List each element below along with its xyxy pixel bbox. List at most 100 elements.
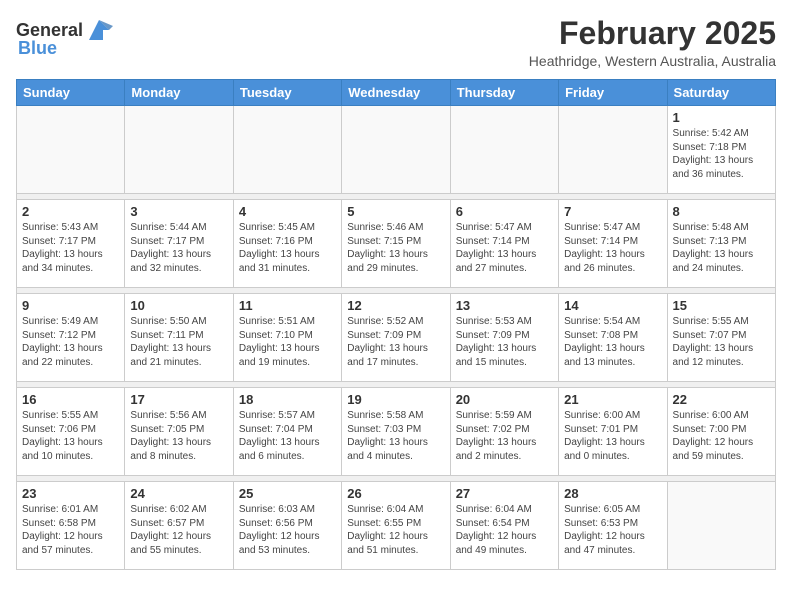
day-number: 5 bbox=[347, 204, 444, 219]
calendar-day-cell: 10 Sunrise: 5:50 AMSunset: 7:11 PMDayligh… bbox=[125, 294, 233, 382]
calendar-week-4: 16 Sunrise: 5:55 AMSunset: 7:06 PMDayligh… bbox=[17, 388, 776, 476]
day-number: 2 bbox=[22, 204, 119, 219]
calendar-day-cell: 23Sunrise: 6:01 AMSunset: 6:58 PMDayligh… bbox=[17, 482, 125, 570]
day-number: 11 bbox=[239, 298, 336, 313]
weekday-header-saturday: Saturday bbox=[667, 80, 775, 106]
day-number: 21 bbox=[564, 392, 661, 407]
day-info: Sunrise: 5:56 AMSunset: 7:05 PMDaylight:… bbox=[130, 409, 227, 463]
day-info: Sunrise: 6:00 AMSunset: 7:01 PMDaylight:… bbox=[564, 409, 661, 463]
calendar-day-cell: 26 Sunrise: 6:04 AMSunset: 6:55 PMDayligh… bbox=[342, 482, 450, 570]
calendar-day-cell: 5 Sunrise: 5:46 AMSunset: 7:15 PMDaylight… bbox=[342, 200, 450, 288]
calendar-day-cell: 22 Sunrise: 6:00 AMSunset: 7:00 PMDayligh… bbox=[667, 388, 775, 476]
calendar-day-cell: 12 Sunrise: 5:52 AMSunset: 7:09 PMDayligh… bbox=[342, 294, 450, 382]
calendar-day-cell: 17 Sunrise: 5:56 AMSunset: 7:05 PMDayligh… bbox=[125, 388, 233, 476]
calendar-week-2: 2 Sunrise: 5:43 AMSunset: 7:17 PMDaylight… bbox=[17, 200, 776, 288]
day-number: 15 bbox=[673, 298, 770, 313]
page-header: General Blue February 2025 Heathridge, W… bbox=[16, 16, 776, 69]
weekday-header-sunday: Sunday bbox=[17, 80, 125, 106]
day-number: 9 bbox=[22, 298, 119, 313]
day-number: 8 bbox=[673, 204, 770, 219]
calendar-day-cell: 6 Sunrise: 5:47 AMSunset: 7:14 PMDaylight… bbox=[450, 200, 558, 288]
day-number: 20 bbox=[456, 392, 553, 407]
calendar-body: 1 Sunrise: 5:42 AMSunset: 7:18 PMDaylight… bbox=[17, 106, 776, 570]
calendar-day-cell: 14 Sunrise: 5:54 AMSunset: 7:08 PMDayligh… bbox=[559, 294, 667, 382]
day-number: 7 bbox=[564, 204, 661, 219]
day-info: Sunrise: 6:04 AMSunset: 6:55 PMDaylight:… bbox=[347, 503, 444, 557]
calendar-day-cell: 8 Sunrise: 5:48 AMSunset: 7:13 PMDaylight… bbox=[667, 200, 775, 288]
weekday-header-wednesday: Wednesday bbox=[342, 80, 450, 106]
day-number: 1 bbox=[673, 110, 770, 125]
calendar-day-cell: 15 Sunrise: 5:55 AMSunset: 7:07 PMDayligh… bbox=[667, 294, 775, 382]
calendar-day-cell: 3 Sunrise: 5:44 AMSunset: 7:17 PMDaylight… bbox=[125, 200, 233, 288]
weekday-header-tuesday: Tuesday bbox=[233, 80, 341, 106]
calendar-day-cell: 20 Sunrise: 5:59 AMSunset: 7:02 PMDayligh… bbox=[450, 388, 558, 476]
day-number: 14 bbox=[564, 298, 661, 313]
day-info: Sunrise: 6:01 AMSunset: 6:58 PMDaylight:… bbox=[22, 503, 119, 557]
calendar-day-cell bbox=[450, 106, 558, 194]
day-info: Sunrise: 5:54 AMSunset: 7:08 PMDaylight:… bbox=[564, 315, 661, 369]
calendar-day-cell: 21 Sunrise: 6:00 AMSunset: 7:01 PMDayligh… bbox=[559, 388, 667, 476]
logo: General Blue bbox=[16, 16, 113, 59]
day-number: 25 bbox=[239, 486, 336, 501]
day-info: Sunrise: 5:57 AMSunset: 7:04 PMDaylight:… bbox=[239, 409, 336, 463]
day-number: 24 bbox=[130, 486, 227, 501]
day-info: Sunrise: 5:48 AMSunset: 7:13 PMDaylight:… bbox=[673, 221, 770, 275]
calendar-day-cell: 27Sunrise: 6:04 AMSunset: 6:54 PMDayligh… bbox=[450, 482, 558, 570]
day-number: 16 bbox=[22, 392, 119, 407]
day-info: Sunrise: 5:47 AMSunset: 7:14 PMDaylight:… bbox=[564, 221, 661, 275]
day-info: Sunrise: 5:55 AMSunset: 7:06 PMDaylight:… bbox=[22, 409, 119, 463]
calendar-week-3: 9Sunrise: 5:49 AMSunset: 7:12 PMDaylight… bbox=[17, 294, 776, 382]
day-info: Sunrise: 5:52 AMSunset: 7:09 PMDaylight:… bbox=[347, 315, 444, 369]
calendar-day-cell: 9Sunrise: 5:49 AMSunset: 7:12 PMDaylight… bbox=[17, 294, 125, 382]
day-info: Sunrise: 6:03 AMSunset: 6:56 PMDaylight:… bbox=[239, 503, 336, 557]
calendar-day-cell bbox=[667, 482, 775, 570]
calendar-day-cell: 11 Sunrise: 5:51 AMSunset: 7:10 PMDayligh… bbox=[233, 294, 341, 382]
day-number: 4 bbox=[239, 204, 336, 219]
calendar-table: SundayMondayTuesdayWednesdayThursdayFrid… bbox=[16, 79, 776, 570]
day-info: Sunrise: 6:02 AMSunset: 6:57 PMDaylight:… bbox=[130, 503, 227, 557]
calendar-day-cell: 1 Sunrise: 5:42 AMSunset: 7:18 PMDaylight… bbox=[667, 106, 775, 194]
location-subtitle: Heathridge, Western Australia, Australia bbox=[529, 53, 776, 69]
day-number: 6 bbox=[456, 204, 553, 219]
day-info: Sunrise: 5:50 AMSunset: 7:11 PMDaylight:… bbox=[130, 315, 227, 369]
day-number: 26 bbox=[347, 486, 444, 501]
day-number: 28 bbox=[564, 486, 661, 501]
logo-icon bbox=[85, 16, 113, 44]
day-info: Sunrise: 5:51 AMSunset: 7:10 PMDaylight:… bbox=[239, 315, 336, 369]
day-info: Sunrise: 5:45 AMSunset: 7:16 PMDaylight:… bbox=[239, 221, 336, 275]
day-info: Sunrise: 5:43 AMSunset: 7:17 PMDaylight:… bbox=[22, 221, 119, 275]
calendar-day-cell: 25 Sunrise: 6:03 AMSunset: 6:56 PMDayligh… bbox=[233, 482, 341, 570]
calendar-day-cell: 16 Sunrise: 5:55 AMSunset: 7:06 PMDayligh… bbox=[17, 388, 125, 476]
day-info: Sunrise: 6:05 AMSunset: 6:53 PMDaylight:… bbox=[564, 503, 661, 557]
day-number: 13 bbox=[456, 298, 553, 313]
day-number: 27 bbox=[456, 486, 553, 501]
calendar-day-cell: 24 Sunrise: 6:02 AMSunset: 6:57 PMDayligh… bbox=[125, 482, 233, 570]
day-number: 22 bbox=[673, 392, 770, 407]
calendar-day-cell: 2 Sunrise: 5:43 AMSunset: 7:17 PMDaylight… bbox=[17, 200, 125, 288]
day-info: Sunrise: 5:55 AMSunset: 7:07 PMDaylight:… bbox=[673, 315, 770, 369]
calendar-day-cell bbox=[233, 106, 341, 194]
logo-blue: Blue bbox=[18, 38, 57, 59]
day-info: Sunrise: 5:59 AMSunset: 7:02 PMDaylight:… bbox=[456, 409, 553, 463]
day-info: Sunrise: 5:47 AMSunset: 7:14 PMDaylight:… bbox=[456, 221, 553, 275]
day-info: Sunrise: 5:58 AMSunset: 7:03 PMDaylight:… bbox=[347, 409, 444, 463]
calendar-day-cell: 7 Sunrise: 5:47 AMSunset: 7:14 PMDaylight… bbox=[559, 200, 667, 288]
weekday-header-friday: Friday bbox=[559, 80, 667, 106]
day-info: Sunrise: 6:00 AMSunset: 7:00 PMDaylight:… bbox=[673, 409, 770, 463]
day-info: Sunrise: 5:46 AMSunset: 7:15 PMDaylight:… bbox=[347, 221, 444, 275]
calendar-week-5: 23Sunrise: 6:01 AMSunset: 6:58 PMDayligh… bbox=[17, 482, 776, 570]
calendar-day-cell: 18 Sunrise: 5:57 AMSunset: 7:04 PMDayligh… bbox=[233, 388, 341, 476]
calendar-day-cell: 13 Sunrise: 5:53 AMSunset: 7:09 PMDayligh… bbox=[450, 294, 558, 382]
calendar-day-cell bbox=[17, 106, 125, 194]
day-number: 17 bbox=[130, 392, 227, 407]
day-info: Sunrise: 5:42 AMSunset: 7:18 PMDaylight:… bbox=[673, 127, 770, 181]
calendar-day-cell bbox=[342, 106, 450, 194]
day-number: 18 bbox=[239, 392, 336, 407]
calendar-week-1: 1 Sunrise: 5:42 AMSunset: 7:18 PMDaylight… bbox=[17, 106, 776, 194]
day-number: 12 bbox=[347, 298, 444, 313]
day-info: Sunrise: 5:53 AMSunset: 7:09 PMDaylight:… bbox=[456, 315, 553, 369]
day-number: 3 bbox=[130, 204, 227, 219]
day-info: Sunrise: 5:44 AMSunset: 7:17 PMDaylight:… bbox=[130, 221, 227, 275]
day-number: 10 bbox=[130, 298, 227, 313]
month-title: February 2025 bbox=[529, 16, 776, 51]
